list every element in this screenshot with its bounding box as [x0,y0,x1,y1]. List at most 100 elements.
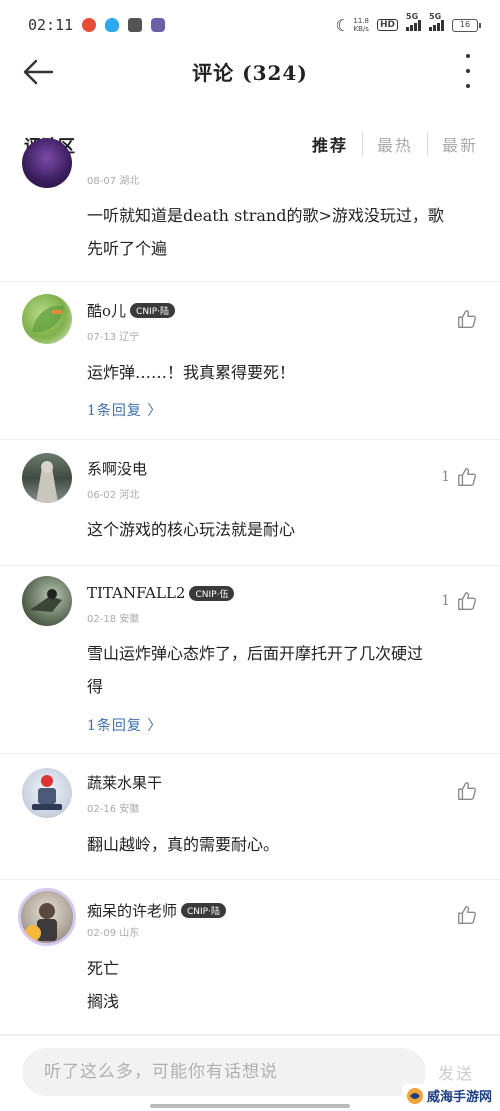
comment-item: 08-07 湖北 一听就知道是death strand的歌>游戏没玩过，歌 先听… [0,138,500,282]
author-name[interactable]: 蔬莱水果干 [87,772,162,793]
comment-section-header: 评论区 推荐 最热 最新 [24,128,478,160]
comment-line: 运炸弹……！我真累得要死！ [87,363,296,382]
avatar[interactable] [22,294,72,344]
moon-icon: ☾ [335,15,346,35]
comment-meta: 02-18 安徽 [87,614,140,625]
app-icon [128,18,143,32]
comment-line: 一听就知道是death strand的歌>游戏没玩过，歌 [87,206,444,225]
net-speed-unit: KB/s [353,25,369,33]
comment-author: 痴呆的许老师 CNIP·陆 [87,900,226,921]
author-name[interactable]: TITANFALL2 [87,584,185,602]
nav-bar: 评论 (324) [0,50,500,92]
vip-badge: CNIP·伍 [189,585,235,601]
clock: 02:11 [28,16,74,34]
comment-item: TITANFALL2 CNIP·伍 02-18 安徽 雪山运炸弹心态炸了，后面开… [0,566,500,754]
reply-link[interactable]: 1条回复 〉 [87,400,162,420]
vip-badge: CNIP·陆 [130,303,175,318]
tab-newest[interactable]: 最新 [426,132,478,156]
watermark-text: 威海手游网 [426,1090,492,1105]
notification-icon [151,18,166,32]
thumbs-up-icon [458,906,477,924]
comment-line: 搁浅 [87,992,120,1011]
comment-line: 得 [87,677,104,696]
avatar[interactable] [22,768,72,818]
battery-icon: 16 [452,18,481,32]
back-arrow-icon [23,59,54,85]
hd-badge: HD [376,19,398,31]
like-count: 1 [441,469,450,485]
avatar-person-icon [25,903,57,941]
vip-badge: CNIP·陆 [181,903,226,918]
comment-item: 系啊没电 06-02 河北 这个游戏的核心玩法就是耐心 1 [0,440,500,566]
comment-author: 蔬莱水果干 [87,772,162,793]
comment-text: 雪山运炸弹心态炸了，后面开摩托开了几次硬过 得 [87,637,476,703]
author-name[interactable]: 痴呆的许老师 [87,900,177,921]
comment-item: 酷o儿 CNIP·陆 07-13 辽宁 运炸弹……！我真累得要死！ 1条回复 〉 [0,282,500,440]
net-speed: 11.8 KB/s [353,17,369,33]
comment-text: 翻山越岭，真的需要耐心。 [87,828,476,861]
thumbs-up-icon [458,782,477,800]
comment-author: 系啊没电 [87,458,147,479]
comment-text: 一听就知道是death strand的歌>游戏没玩过，歌 先听了个遍 [87,199,476,265]
more-dot-icon [466,84,470,88]
author-name[interactable]: 酷o儿 [87,300,126,321]
comment-line: 这个游戏的核心玩法就是耐心 [87,520,296,539]
comment-item: 痴呆的许老师 CNIP·陆 02-09 山东 死亡 搁浅 [0,880,500,1035]
like-button[interactable] [456,308,478,330]
comment-meta: 07-13 辽宁 [87,332,140,343]
back-button[interactable] [22,54,58,90]
watermark-logo-icon [406,1087,423,1104]
leaf-icon [32,305,64,333]
comment-line: 死亡 [87,959,120,978]
home-indicator[interactable] [150,1104,350,1108]
comment-text: 这个游戏的核心玩法就是耐心 [87,513,476,546]
comment-line: 先听了个遍 [87,239,168,258]
comment-item: 蔬莱水果干 02-16 安徽 翻山越岭，真的需要耐心。 [0,754,500,880]
signal-2-label: 5G [429,12,442,21]
more-options-button[interactable] [460,54,476,88]
tab-recommended[interactable]: 推荐 [298,132,362,156]
comment-author: 酷o儿 CNIP·陆 [87,300,175,321]
status-bar: 02:11 ☾ 11.8 KB/s HD 5G 5G 16 [0,0,500,50]
weibo-icon [82,18,97,32]
avatar[interactable] [22,576,72,626]
page-title: 评论 (324) [192,60,308,85]
author-name[interactable]: 系啊没电 [87,458,147,479]
comment-meta: 02-16 安徽 [87,804,140,815]
comment-meta: 06-02 河北 [87,490,140,501]
avatar-mech-icon [30,589,62,612]
comment-author: TITANFALL2 CNIP·伍 [87,584,235,602]
comment-line: 雪山运炸弹心态炸了，后面开摩托开了几次硬过 [87,644,424,663]
thumbs-up-icon [458,592,477,610]
thumbs-up-icon [458,468,477,486]
like-count: 1 [441,593,450,609]
avatar[interactable] [18,888,76,946]
like-button[interactable] [456,904,478,926]
avatar-robot-icon [32,775,62,810]
tab-hottest[interactable]: 最热 [361,132,427,156]
avatar[interactable] [22,138,72,188]
sort-tabs: 推荐 最热 最新 [298,132,478,156]
signal-icon-1: 5G [406,12,421,31]
qq-icon [105,18,120,32]
signal-icon-2: 5G [429,12,444,31]
comment-input[interactable]: 听了这么多，可能你有话想说 [22,1048,426,1096]
reply-link[interactable]: 1条回复 〉 [87,715,162,735]
signal-1-label: 5G [406,12,419,21]
like-button[interactable]: 1 [441,590,478,612]
comment-line: 翻山越岭，真的需要耐心。 [87,835,280,854]
comment-text: 死亡 搁浅 [87,952,476,1018]
like-button[interactable] [456,780,478,802]
send-button[interactable]: 发送 [438,1060,474,1084]
more-dot-icon [466,54,470,58]
avatar[interactable] [22,453,72,503]
comment-meta: 02-09 山东 [87,928,140,939]
like-button[interactable]: 1 [441,466,478,488]
comment-text: 运炸弹……！我真累得要死！ [87,356,476,389]
net-speed-value: 11.8 [353,17,369,25]
more-dot-icon [466,69,470,73]
comment-composer: 听了这么多，可能你有话想说 发送 威海手游网 [0,1035,500,1111]
watermark: 威海手游网 [401,1084,496,1107]
comment-meta: 08-07 湖北 [87,176,140,187]
thumbs-up-icon [458,310,477,328]
